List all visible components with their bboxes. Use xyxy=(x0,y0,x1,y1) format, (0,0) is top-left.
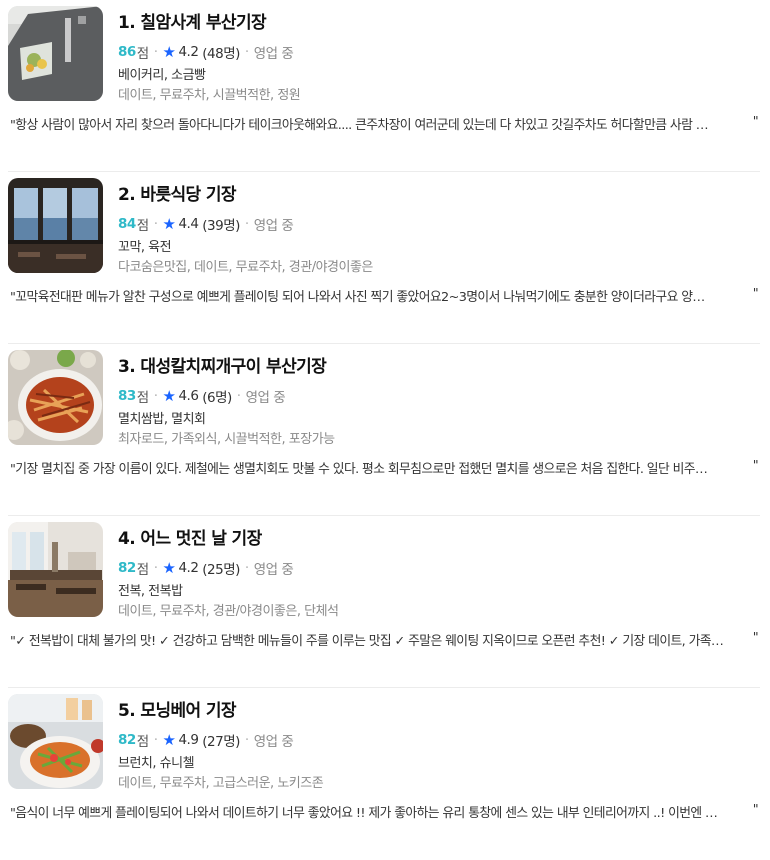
categories: 전복, 전복밥 xyxy=(118,584,183,599)
restaurant-name[interactable]: 3. 대성칼치찌개구이 부산기장 xyxy=(118,352,327,377)
review-snippet[interactable]: " 기장 멸치집 중 가장 이름이 있다. 제철에는 생멸치회도 맛볼 수 있다.… xyxy=(10,458,758,477)
restaurant-item[interactable]: 5. 모닝베어 기장 82 점 · ★ 4.9 (27명) · 영업 중 브런치,… xyxy=(0,688,770,860)
score-value: 83 xyxy=(118,388,136,404)
review-text: 항상 사람이 많아서 자리 찾으러 돌아다니다가 테이크아웃해와요.... 큰주… xyxy=(15,118,708,133)
restaurant-item[interactable]: 1. 칠암사계 부산기장 86 점 · ★ 4.2 (48명) · 영업 중 베이… xyxy=(0,0,770,172)
status-badge: 영업 중 xyxy=(253,218,294,234)
tags: 데이트, 무료주차, 경관/야경이좋은, 단체석 xyxy=(118,604,339,619)
quote-close: " xyxy=(752,630,758,645)
score-unit: 점 xyxy=(136,562,149,578)
rating-value: 4.2 xyxy=(178,44,199,60)
quote-close: " xyxy=(752,802,758,817)
review-text: 꼬막육전대판 메뉴가 알찬 구성으로 예쁘게 플레이팅 되어 나와서 사진 찍기… xyxy=(15,290,705,305)
categories: 브런치, 슈니첼 xyxy=(118,756,195,771)
review-snippet[interactable]: " 음식이 너무 예쁘게 플레이팅되어 나와서 데이트하기 너무 좋았어요 !! … xyxy=(10,802,758,821)
tags: 최자로드, 가족외식, 시끌벅적한, 포장가능 xyxy=(118,432,335,447)
separator: · xyxy=(153,560,158,576)
bakery-sign-photo[interactable] xyxy=(8,6,103,101)
review-count: (27명) xyxy=(202,734,240,750)
restaurant-name[interactable]: 4. 어느 멋진 날 기장 xyxy=(118,524,262,549)
review-count: (6명) xyxy=(202,390,232,406)
quote-close: " xyxy=(752,114,758,129)
restaurant-interior-photo[interactable] xyxy=(8,522,103,617)
restaurant-item[interactable]: 4. 어느 멋진 날 기장 82 점 · ★ 4.2 (25명) · 영업 중 전… xyxy=(0,516,770,688)
status-badge: 영업 중 xyxy=(253,46,294,62)
restaurant-meta: 86 점 · ★ 4.2 (48명) · 영업 중 xyxy=(118,42,294,62)
restaurant-meta: 84 점 · ★ 4.4 (39명) · 영업 중 xyxy=(118,214,294,234)
separator: · xyxy=(244,732,249,748)
separator: · xyxy=(153,388,158,404)
tags: 데이트, 무료주차, 고급스러운, 노키즈존 xyxy=(118,776,324,791)
star-icon: ★ xyxy=(162,214,176,233)
rating-value: 4.4 xyxy=(178,216,199,232)
restaurant-name[interactable]: 2. 바릇식당 기장 xyxy=(118,180,237,205)
brunch-plate-photo[interactable] xyxy=(8,694,103,789)
rating-value: 4.6 xyxy=(178,388,199,404)
rating-value: 4.2 xyxy=(178,560,199,576)
review-count: (25명) xyxy=(202,562,240,578)
restaurant-meta: 82 점 · ★ 4.9 (27명) · 영업 중 xyxy=(118,730,294,750)
score-value: 82 xyxy=(118,732,136,748)
score-unit: 점 xyxy=(136,46,149,62)
restaurant-meta: 82 점 · ★ 4.2 (25명) · 영업 중 xyxy=(118,558,294,578)
score-unit: 점 xyxy=(136,734,149,750)
review-count: (48명) xyxy=(202,46,240,62)
restaurant-item[interactable]: 3. 대성칼치찌개구이 부산기장 83 점 · ★ 4.6 (6명) · 영업 중… xyxy=(0,344,770,516)
categories: 베이커리, 소금빵 xyxy=(118,68,206,83)
separator: · xyxy=(153,732,158,748)
categories: 멸치쌈밥, 멸치회 xyxy=(118,412,206,427)
review-snippet[interactable]: " 꼬막육전대판 메뉴가 알찬 구성으로 예쁘게 플레이팅 되어 나와서 사진 찍… xyxy=(10,286,758,305)
separator: · xyxy=(153,216,158,232)
star-icon: ★ xyxy=(162,42,176,61)
review-text: 기장 멸치집 중 가장 이름이 있다. 제철에는 생멸치회도 맛볼 수 있다. … xyxy=(15,462,708,477)
status-badge: 영업 중 xyxy=(245,390,286,406)
score-unit: 점 xyxy=(136,390,149,406)
star-icon: ★ xyxy=(162,558,176,577)
review-count: (39명) xyxy=(202,218,240,234)
score-value: 86 xyxy=(118,44,136,60)
status-badge: 영업 중 xyxy=(253,734,294,750)
tags: 다코숨은맛집, 데이트, 무료주차, 경관/야경이좋은 xyxy=(118,260,373,275)
tags: 데이트, 무료주차, 시끌벅적한, 정원 xyxy=(118,88,301,103)
star-icon: ★ xyxy=(162,730,176,749)
review-snippet[interactable]: " ✓ 전복밥이 대체 불가의 맛! ✓ 건강하고 담백한 메뉴들이 주를 이루는… xyxy=(10,630,758,649)
score-value: 84 xyxy=(118,216,136,232)
ocean-window-photo[interactable] xyxy=(8,178,103,273)
separator: · xyxy=(153,44,158,60)
separator: · xyxy=(236,388,241,404)
star-icon: ★ xyxy=(162,386,176,405)
categories: 꼬막, 육전 xyxy=(118,240,172,255)
score-unit: 점 xyxy=(136,218,149,234)
separator: · xyxy=(244,216,249,232)
separator: · xyxy=(244,560,249,576)
status-badge: 영업 중 xyxy=(253,562,294,578)
anchovy-dish-photo[interactable] xyxy=(8,350,103,445)
review-text: ✓ 전복밥이 대체 불가의 맛! ✓ 건강하고 담백한 메뉴들이 주를 이루는 … xyxy=(15,634,724,649)
quote-close: " xyxy=(752,458,758,473)
review-text: 음식이 너무 예쁘게 플레이팅되어 나와서 데이트하기 너무 좋았어요 !! 제… xyxy=(15,806,718,821)
restaurant-meta: 83 점 · ★ 4.6 (6명) · 영업 중 xyxy=(118,386,286,406)
score-value: 82 xyxy=(118,560,136,576)
quote-close: " xyxy=(752,286,758,301)
rating-value: 4.9 xyxy=(178,732,199,748)
separator: · xyxy=(244,44,249,60)
restaurant-item[interactable]: 2. 바릇식당 기장 84 점 · ★ 4.4 (39명) · 영업 중 꼬막, … xyxy=(0,172,770,344)
restaurant-name[interactable]: 1. 칠암사계 부산기장 xyxy=(118,8,267,33)
review-snippet[interactable]: " 항상 사람이 많아서 자리 찾으러 돌아다니다가 테이크아웃해와요.... 큰… xyxy=(10,114,758,133)
restaurant-name[interactable]: 5. 모닝베어 기장 xyxy=(118,696,237,721)
